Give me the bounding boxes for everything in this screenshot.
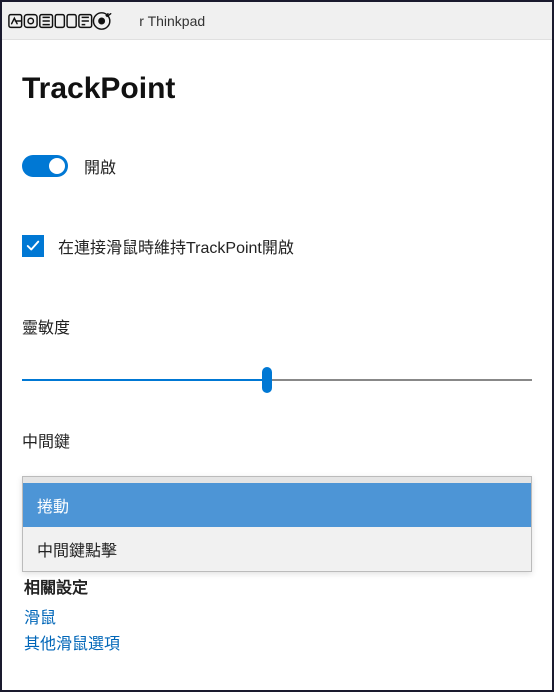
keep-on-mouse-checkbox[interactable] xyxy=(22,235,44,257)
sensitivity-label: 靈敏度 xyxy=(22,314,532,338)
page-title: TrackPoint xyxy=(22,72,532,106)
toggle-knob xyxy=(49,158,65,174)
dropdown-option-scroll[interactable]: 捲動 xyxy=(23,483,531,527)
slider-thumb[interactable] xyxy=(262,367,272,393)
window-title-suffix: r Thinkpad xyxy=(139,13,205,29)
related-links: 滑鼠 其他滑鼠選項 xyxy=(22,604,532,654)
dropdown-option-click[interactable]: 中間鍵點擊 xyxy=(23,527,531,571)
mobile01-logo-icon xyxy=(8,11,135,31)
content-area: TrackPoint 開啟 在連接滑鼠時維持TrackPoint開啟 靈敏度 中… xyxy=(2,40,552,654)
middle-button-label: 中間鍵 xyxy=(22,428,532,452)
logo-watermark xyxy=(8,2,135,39)
enable-toggle-label: 開啟 xyxy=(84,154,116,178)
enable-toggle-row: 開啟 xyxy=(22,154,532,178)
link-other-mouse-options[interactable]: 其他滑鼠選項 xyxy=(24,630,532,654)
middle-button-dropdown[interactable]: 捲動 中間鍵點擊 xyxy=(22,476,532,572)
sensitivity-slider[interactable] xyxy=(22,368,532,392)
slider-fill xyxy=(22,379,267,381)
link-mouse[interactable]: 滑鼠 xyxy=(24,604,532,628)
checkmark-icon xyxy=(26,239,40,253)
keep-on-mouse-label: 在連接滑鼠時維持TrackPoint開啟 xyxy=(58,234,294,258)
keep-on-mouse-row: 在連接滑鼠時維持TrackPoint開啟 xyxy=(22,234,532,258)
enable-toggle[interactable] xyxy=(22,155,68,177)
related-settings-heading: 相關設定 xyxy=(22,574,532,598)
header-bar: r Thinkpad xyxy=(2,2,552,40)
